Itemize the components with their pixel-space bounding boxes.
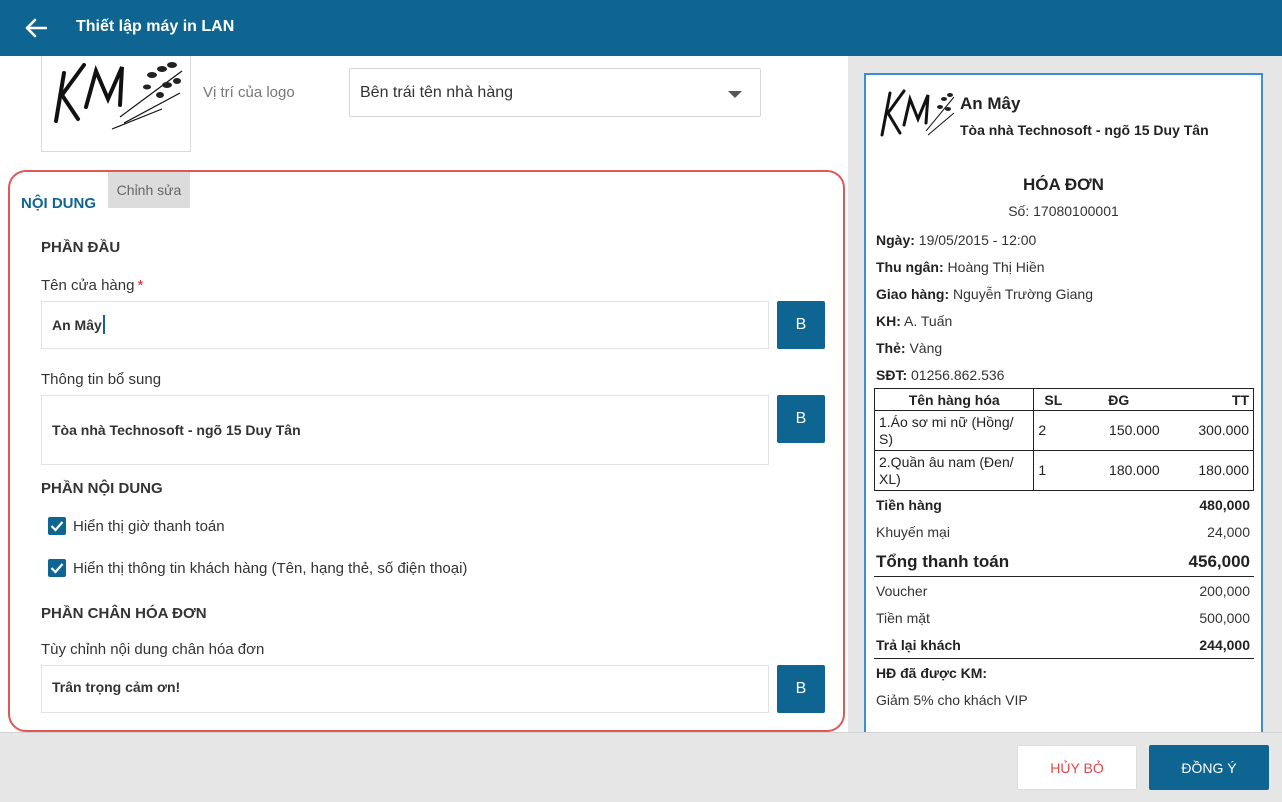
receipt-address: Tòa nhà Technosoft - ngõ 15 Duy Tân	[960, 122, 1209, 138]
item-name: 2.Quần âu nam (Đen/ XL)	[873, 450, 1035, 491]
table-row: 1.Áo sơ mi nữ (Hồng/ S) 2 150.000 300.00…	[873, 410, 1254, 451]
footer-content-input[interactable]: Trân trọng cảm ơn!	[41, 665, 769, 713]
app-header: Thiết lập máy in LAN	[0, 0, 1282, 56]
item-name: 1.Áo sơ mi nữ (Hồng/ S)	[873, 410, 1035, 451]
payment-time-checkbox[interactable]: Hiển thị giờ thanh toán	[48, 517, 225, 535]
footer-content-value: Trân trọng cảm ơn!	[52, 679, 181, 695]
receipt-info-phone: SĐT: 01256.862.536	[876, 367, 1005, 383]
head-section-title: PHẦN ĐẦU	[41, 239, 121, 256]
receipt-number: Số: 17080100001	[1008, 203, 1119, 219]
receipt-info-card: Thẻ: Vàng	[876, 340, 943, 356]
store-name-label-text: Tên cửa hàng	[41, 277, 135, 294]
logo-position-select[interactable]: Bên trái tên nhà hàng	[349, 68, 761, 117]
receipt-title: HÓA ĐƠN	[1023, 175, 1104, 194]
footer-content-bold-button[interactable]: B	[777, 665, 825, 713]
receipt-store-name: An Mây	[960, 94, 1021, 113]
col-qty: SL	[1033, 388, 1074, 411]
extra-info-bold-button[interactable]: B	[777, 395, 825, 443]
receipt-voucher-row: Voucher 200,000	[876, 583, 1250, 599]
store-name-bold-button[interactable]: B	[777, 301, 825, 349]
footer-bar: HỦY BỎ ĐỒNG Ý	[0, 732, 1282, 802]
content-section-title: NỘI DUNG	[21, 195, 96, 212]
footer-section-title: PHẦN CHÂN HÓA ĐƠN	[41, 605, 207, 622]
receipt-info-delivery: Giao hàng: Nguyễn Trường Giang	[876, 286, 1093, 302]
receipt-cash-row: Tiền mặt 500,000	[876, 610, 1250, 626]
item-qty: 2	[1033, 410, 1074, 451]
logo-position-label: Vị trí của logo	[203, 84, 295, 101]
confirm-button[interactable]: ĐỒNG Ý	[1149, 745, 1269, 790]
checkbox-checked-icon	[48, 517, 66, 535]
table-header-row: Tên hàng hóa SL ĐG TT	[873, 388, 1254, 411]
receipt-promo-desc: Giảm 5% cho khách VIP	[876, 692, 1028, 708]
customer-info-checkbox[interactable]: Hiển thị thông tin khách hàng (Tên, hạng…	[48, 559, 467, 577]
extra-info-label: Thông tin bổ sung	[41, 371, 162, 388]
receipt-divider	[874, 576, 1254, 577]
receipt-items-table: Tên hàng hóa SL ĐG TT 1.Áo sơ mi nữ (Hồn…	[873, 388, 1254, 491]
store-name-value: An Mây	[52, 317, 102, 333]
col-price: ĐG	[1073, 388, 1164, 411]
page-title: Thiết lập máy in LAN	[76, 18, 235, 35]
receipt-grand-total-row: Tổng thanh toán 456,000	[876, 552, 1250, 571]
body-section-title: PHẦN NỘI DUNG	[41, 480, 163, 497]
store-name-input[interactable]: An Mây	[41, 301, 769, 349]
item-price: 180.000	[1073, 450, 1164, 491]
logo-position-value: Bên trái tên nhà hàng	[360, 84, 514, 101]
receipt-change-row: Trả lại khách 244,000	[876, 637, 1250, 653]
payment-time-label: Hiển thị giờ thanh toán	[73, 517, 225, 535]
col-total: TT	[1163, 388, 1254, 411]
extra-info-value: Tòa nhà Technosoft - ngõ 15 Duy Tân	[52, 422, 301, 438]
item-total: 180.000	[1163, 450, 1254, 491]
cancel-button[interactable]: HỦY BỎ	[1017, 745, 1137, 790]
item-total: 300.000	[1163, 410, 1254, 451]
table-row: 2.Quần âu nam (Đen/ XL) 1 180.000 180.00…	[873, 450, 1254, 491]
settings-form: Chỉnh sửa Vị trí của logo Bên trái tên n…	[0, 56, 848, 732]
checkbox-checked-icon	[48, 559, 66, 577]
footer-content-label: Tùy chỉnh nội dung chân hóa đơn	[41, 641, 265, 658]
receipt-info-customer: KH: A. Tuấn	[876, 313, 953, 329]
extra-info-input[interactable]: Tòa nhà Technosoft - ngõ 15 Duy Tân	[41, 395, 769, 465]
item-price: 150.000	[1073, 410, 1164, 451]
receipt-info-date: Ngày: 19/05/2015 - 12:00	[876, 232, 1037, 248]
col-item-name: Tên hàng hóa	[873, 388, 1035, 411]
chevron-down-icon	[728, 91, 742, 98]
receipt-divider	[874, 658, 1254, 659]
receipt-info-cashier: Thu ngân: Hoàng Thị Hiền	[876, 259, 1045, 275]
text-cursor	[102, 314, 105, 334]
receipt-subtotal-row: Tiền hàng 480,000	[876, 497, 1250, 513]
receipt-logo-image	[880, 89, 955, 137]
receipt-discount-row: Khuyến mại 24,000	[876, 524, 1250, 540]
arrow-left-icon	[25, 18, 47, 38]
back-button[interactable]	[18, 12, 54, 44]
item-qty: 1	[1033, 450, 1074, 491]
receipt-preview: An Mây Tòa nhà Technosoft - ngõ 15 Duy T…	[864, 73, 1263, 732]
store-name-label: Tên cửa hàng *	[41, 277, 143, 294]
km-logo-image	[54, 62, 183, 130]
logo-preview	[41, 56, 191, 152]
customer-info-label: Hiển thị thông tin khách hàng (Tên, hạng…	[73, 559, 468, 577]
required-mark: *	[137, 277, 144, 294]
receipt-promo-title: HĐ đã được KM:	[876, 665, 988, 681]
